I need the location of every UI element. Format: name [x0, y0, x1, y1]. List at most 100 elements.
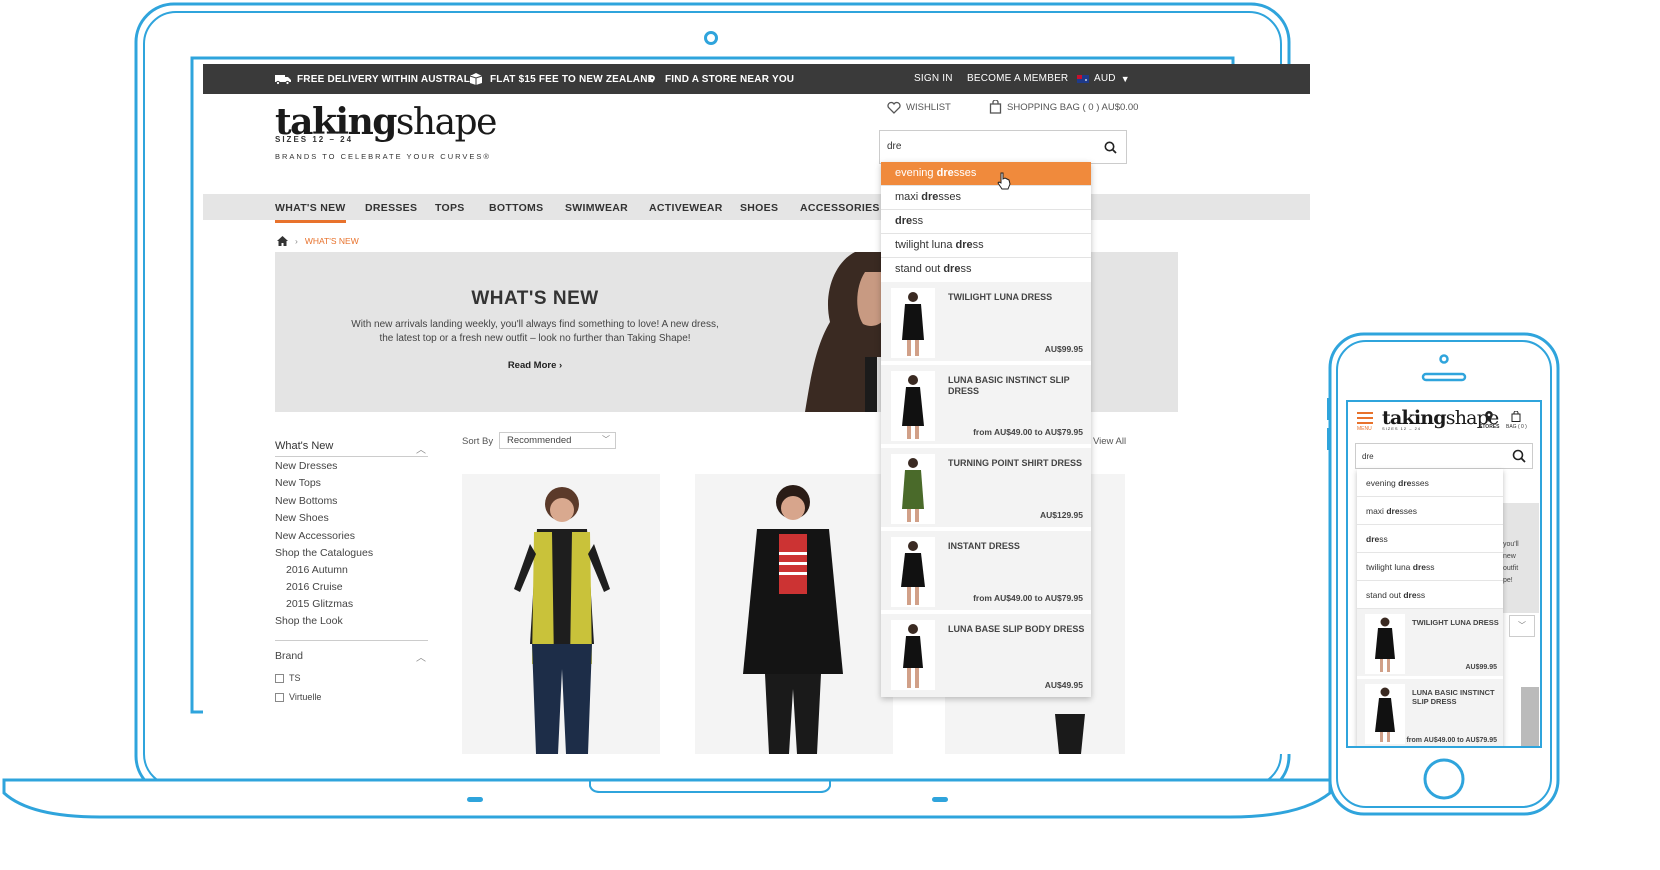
- chevron-up-icon[interactable]: ︿: [416, 441, 426, 456]
- sidebar-link-new-accessories[interactable]: New Accessories: [275, 530, 355, 542]
- flat-fee-text: FLAT $15 FEE TO NEW ZEALAND: [490, 73, 656, 85]
- phone-bag-button[interactable]: BAG ( 0 ): [1506, 410, 1527, 430]
- product-price: AU$49.95: [1044, 680, 1083, 690]
- currency-selector[interactable]: AUD ▼: [1077, 73, 1130, 84]
- product-name: LUNA BASIC INSTINCT SLIP DRESS: [948, 375, 1070, 396]
- suggestion-text: maxi: [1366, 506, 1387, 516]
- product-fragment: [1521, 687, 1539, 746]
- suggestion-match: dre: [1398, 478, 1412, 488]
- stores-button[interactable]: STORES: [1479, 411, 1499, 430]
- phone-screen: MENU takingshape SIZES 12 – 24 STORES BA…: [1349, 403, 1540, 746]
- suggestion-match: dre: [921, 191, 939, 203]
- product-price: from AU$49.00 to AU$79.95: [1406, 737, 1497, 744]
- sort-select[interactable]: Recommended ﹀: [499, 432, 616, 449]
- suggested-product[interactable]: TURNING POINT SHIRT DRESS AU$129.95: [881, 448, 1091, 531]
- location-pin-icon: [1485, 411, 1494, 422]
- suggestion-stand-out-dress[interactable]: stand out dress: [881, 258, 1091, 282]
- suggestion-evening-dresses[interactable]: evening dresses: [1357, 469, 1503, 497]
- nav-bottoms[interactable]: BOTTOMS: [489, 202, 543, 214]
- brand-filter-virtuelle[interactable]: Virtuelle: [275, 692, 321, 702]
- search-icon[interactable]: [1512, 449, 1526, 463]
- product-card[interactable]: [462, 474, 660, 754]
- sidebar-link-new-shoes[interactable]: New Shoes: [275, 512, 329, 524]
- sign-in-link[interactable]: SIGN IN: [914, 73, 953, 84]
- sort-value: Recommended: [507, 435, 572, 446]
- phone-search-input[interactable]: dre: [1355, 443, 1533, 469]
- nav-activewear[interactable]: ACTIVEWEAR: [649, 202, 723, 214]
- nav-whats-new[interactable]: WHAT'S NEW: [275, 202, 346, 223]
- product-price: AU$99.95: [1465, 664, 1497, 671]
- sidebar-link-new-bottoms[interactable]: New Bottoms: [275, 495, 337, 507]
- breadcrumb-current[interactable]: WHAT'S NEW: [305, 236, 359, 246]
- suggestion-text: sses: [953, 167, 977, 179]
- currency-label: AUD: [1094, 73, 1116, 84]
- chevron-down-icon[interactable]: ﹀: [1509, 615, 1535, 637]
- home-icon[interactable]: [277, 236, 288, 246]
- suggestion-maxi-dresses[interactable]: maxi dresses: [881, 186, 1091, 210]
- phone-suggestions-dropdown: evening dresses maxi dresses dress twili…: [1357, 469, 1503, 746]
- sidebar-heading-whats-new[interactable]: What's New: [275, 440, 333, 452]
- suggestion-text: ss: [960, 263, 972, 275]
- sidebar-sub-2016-autumn[interactable]: 2016 Autumn: [286, 564, 348, 576]
- suggested-product[interactable]: TWILIGHT LUNA DRESS AU$99.95: [881, 282, 1091, 365]
- suggested-product[interactable]: INSTANT DRESS from AU$49.00 to AU$79.95: [881, 531, 1091, 614]
- search-value: dre: [1362, 452, 1374, 461]
- caret-down-icon: ▼: [1120, 73, 1130, 84]
- nav-swimwear[interactable]: SWIMWEAR: [565, 202, 628, 214]
- shopping-bag-link[interactable]: SHOPPING BAG ( 0 ) AU$0.00: [989, 100, 1138, 114]
- menu-label: MENU: [1357, 426, 1372, 432]
- breadcrumb-separator: ›: [295, 236, 298, 246]
- product-price: AU$99.95: [1044, 344, 1083, 354]
- sidebar-sub-2015-glitzmas[interactable]: 2015 Glitzmas: [286, 598, 353, 610]
- sidebar-sub-2016-cruise[interactable]: 2016 Cruise: [286, 581, 343, 593]
- top-bar: FREE DELIVERY WITHIN AUSTRALIA FLAT $15 …: [203, 64, 1310, 94]
- nav-dresses[interactable]: DRESSES: [365, 202, 417, 214]
- nav-accessories[interactable]: ACCESSORIES: [800, 202, 880, 214]
- suggestion-dress[interactable]: dress: [881, 210, 1091, 234]
- product-card[interactable]: [695, 474, 893, 754]
- wishlist-link[interactable]: WISHLIST: [887, 101, 951, 114]
- sidebar-link-shop-the-look[interactable]: Shop the Look: [275, 615, 343, 627]
- suggestion-text: stand out: [1366, 590, 1404, 600]
- suggestion-evening-dresses[interactable]: evening dresses: [881, 162, 1091, 186]
- suggestion-text: ss: [912, 215, 924, 227]
- suggestion-dress[interactable]: dress: [1357, 525, 1503, 553]
- read-more-link[interactable]: Read More ›: [275, 360, 795, 371]
- suggested-product[interactable]: LUNA BASIC INSTINCT SLIP DRESS from AU$4…: [1357, 679, 1503, 746]
- find-store[interactable]: FIND A STORE NEAR YOU: [649, 73, 794, 85]
- hero-fragment-line: pe!: [1503, 577, 1513, 584]
- hand-cursor-icon: [997, 172, 1011, 190]
- logo-shape: shape: [395, 102, 497, 143]
- suggested-product[interactable]: LUNA BASE SLIP BODY DRESS AU$49.95: [881, 614, 1091, 697]
- checkbox[interactable]: [275, 673, 284, 683]
- search-suggestions-dropdown: evening dresses maxi dresses dress twili…: [881, 162, 1091, 697]
- sidebar-heading-brand[interactable]: Brand: [275, 650, 303, 662]
- suggestion-maxi-dresses[interactable]: maxi dresses: [1357, 497, 1503, 525]
- suggestion-text: twilight luna: [1366, 562, 1413, 572]
- view-all-link[interactable]: View All: [1093, 436, 1126, 447]
- flat-fee[interactable]: FLAT $15 FEE TO NEW ZEALAND: [468, 73, 655, 85]
- suggested-product[interactable]: LUNA BASIC INSTINCT SLIP DRESS from AU$4…: [881, 365, 1091, 448]
- logo[interactable]: takingshape SIZES 12 – 24 BRANDS TO CELE…: [275, 102, 497, 161]
- search-input[interactable]: dre: [879, 130, 1127, 164]
- suggestion-twilight-luna-dress[interactable]: twilight luna dress: [881, 234, 1091, 258]
- hero-fragment-line: you'll: [1503, 541, 1519, 548]
- suggestion-stand-out-dress[interactable]: stand out dress: [1357, 581, 1503, 609]
- brand-filter-ts[interactable]: TS: [275, 673, 301, 683]
- suggested-product[interactable]: TWILIGHT LUNA DRESS AU$99.95: [1357, 609, 1503, 679]
- hero-model-image: [805, 252, 895, 412]
- free-delivery[interactable]: FREE DELIVERY WITHIN AUSTRALIA: [275, 73, 480, 85]
- nav-tops[interactable]: TOPS: [435, 202, 465, 214]
- sidebar-link-new-dresses[interactable]: New Dresses: [275, 460, 337, 472]
- become-member-link[interactable]: BECOME A MEMBER: [967, 73, 1068, 84]
- checkbox[interactable]: [275, 692, 284, 702]
- shopping-bag-icon: [989, 100, 1002, 114]
- search-icon[interactable]: [1104, 141, 1117, 154]
- suggestion-twilight-luna-dress[interactable]: twilight luna dress: [1357, 553, 1503, 581]
- nav-shoes[interactable]: SHOES: [740, 202, 778, 214]
- chevron-up-icon[interactable]: ︿: [416, 649, 426, 664]
- product-name: INSTANT DRESS: [948, 541, 1020, 551]
- menu-button[interactable]: MENU: [1357, 412, 1373, 432]
- sidebar-link-shop-catalogues[interactable]: Shop the Catalogues: [275, 547, 373, 559]
- sidebar-link-new-tops[interactable]: New Tops: [275, 477, 321, 489]
